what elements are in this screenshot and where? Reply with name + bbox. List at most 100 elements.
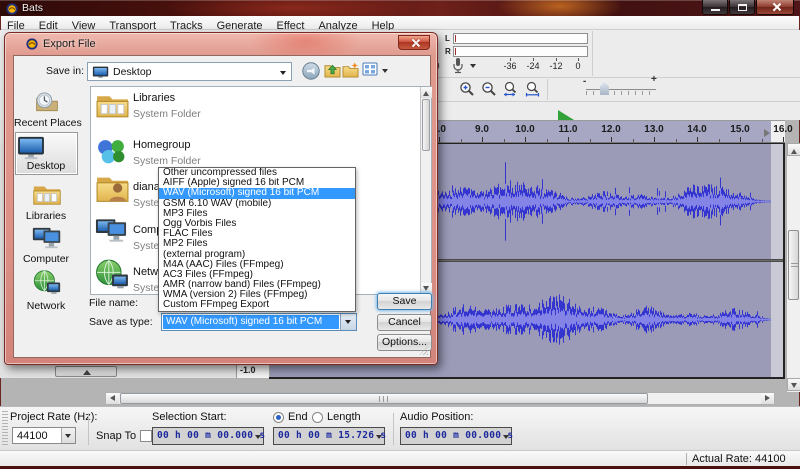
file-list-scrollbar[interactable]: [420, 87, 431, 294]
snap-to-label: Snap To: [96, 430, 136, 442]
status-bar: Actual Rate: 44100: [0, 450, 800, 466]
sidebar-label-libraries: Libraries: [14, 210, 78, 222]
meter-right-label: R: [445, 47, 451, 56]
input-meter-dropdown[interactable]: [470, 64, 476, 71]
end-radio[interactable]: [273, 412, 284, 423]
track-collapse-button[interactable]: [55, 366, 117, 377]
sidebar-item-libraries[interactable]: [15, 182, 79, 212]
chevron-down-icon: [345, 320, 351, 327]
ruler-label: 13.0: [641, 124, 667, 135]
scroll-up-button[interactable]: [787, 143, 800, 156]
scroll-right-button[interactable]: [761, 393, 774, 404]
dialog-close-button[interactable]: [398, 35, 430, 50]
ruler-label: 15.0: [727, 124, 753, 135]
toolbar-grip[interactable]: [2, 411, 8, 447]
vertical-scale-label: -1.0: [240, 365, 256, 375]
back-icon: [302, 62, 320, 80]
length-radio[interactable]: [312, 412, 323, 423]
zoom-selection-button[interactable]: [500, 78, 521, 99]
format-option[interactable]: Ogg Vorbis Files: [159, 219, 355, 229]
snap-to-checkbox[interactable]: [140, 430, 152, 442]
save-in-select[interactable]: Desktop: [87, 62, 292, 81]
network-icon: [33, 269, 61, 296]
end-radio-label: End: [288, 411, 308, 423]
audio-position-label: Audio Position:: [400, 411, 473, 423]
format-dropdown-list: Other uncompressed filesAIFF (Apple) sig…: [158, 167, 356, 312]
project-rate-select[interactable]: 44100: [12, 427, 76, 444]
resize-grip[interactable]: [419, 346, 428, 355]
format-option[interactable]: WMA (version 2) Files (FFmpeg): [159, 290, 355, 300]
cancel-button[interactable]: Cancel: [377, 314, 432, 331]
audio-position-field[interactable]: 00 h 00 m 00.000 s: [400, 427, 512, 445]
playback-speed-slider[interactable]: [586, 82, 656, 96]
format-option[interactable]: AIFF (Apple) signed 16 bit PCM: [159, 178, 355, 188]
desktop-icon: [16, 136, 46, 160]
title-bar: Bats: [0, 0, 800, 16]
sidebar-item-computer[interactable]: [15, 226, 79, 256]
file-item[interactable]: Libraries: [133, 92, 175, 104]
window-title: Bats: [22, 2, 43, 14]
window-controls: [701, 0, 794, 15]
file-item[interactable]: Homegroup: [133, 139, 190, 151]
file-list-scrollbar-thumb[interactable]: [422, 99, 430, 151]
audacity-window: Bats FileEditViewTransportTracksGenerate…: [0, 0, 800, 469]
slider-thumb[interactable]: [600, 82, 609, 95]
format-option[interactable]: Other uncompressed files: [159, 168, 355, 178]
format-option[interactable]: AMR (narrow band) Files (FFmpeg): [159, 280, 355, 290]
format-option[interactable]: MP3 Files: [159, 209, 355, 219]
chevron-down-icon: [280, 71, 286, 78]
format-option[interactable]: WAV (Microsoft) signed 16 bit PCM: [159, 188, 355, 198]
format-option[interactable]: FLAC Files: [159, 229, 355, 239]
meter-scale-24: -24: [521, 61, 545, 71]
libraries-folder-icon: [95, 89, 130, 127]
maximize-button[interactable]: [729, 0, 755, 15]
chevron-down-icon: [255, 435, 261, 442]
selection-end-field[interactable]: 00 h 00 m 15.726 s: [273, 427, 385, 445]
minimize-icon: [711, 9, 720, 11]
scroll-down-button[interactable]: [787, 378, 800, 391]
minimize-button[interactable]: [702, 0, 728, 15]
back-button[interactable]: [302, 62, 321, 81]
close-icon: [772, 3, 780, 11]
format-option[interactable]: MP2 Files: [159, 239, 355, 249]
close-icon: [411, 39, 419, 47]
up-one-level-button[interactable]: [324, 62, 343, 81]
vertical-scrollbar-thumb[interactable]: [788, 230, 799, 300]
horizontal-scrollbar-thumb[interactable]: [120, 393, 648, 404]
selection-start-field[interactable]: 00 h 00 m 00.000 s: [152, 427, 264, 445]
horizontal-scrollbar[interactable]: [105, 392, 775, 405]
zoom-out-icon: [481, 81, 497, 97]
new-folder-button[interactable]: [342, 62, 361, 81]
format-option[interactable]: M4A (AAC) Files (FFmpeg): [159, 260, 355, 270]
sidebar-item-network[interactable]: [15, 269, 79, 301]
sidebar-item-recent-places[interactable]: [15, 88, 79, 119]
recent-places-icon: [34, 90, 60, 114]
ruler-label: 11.0: [555, 124, 581, 135]
close-window-button[interactable]: [756, 0, 794, 15]
audacity-dialog-icon: [26, 37, 38, 49]
format-option[interactable]: (external program): [159, 250, 355, 260]
up-folder-icon: [324, 62, 341, 78]
chevron-down-icon: [65, 434, 71, 441]
computer-icon: [95, 216, 128, 251]
zoom-fit-button[interactable]: [522, 78, 543, 99]
format-option[interactable]: GSM 6.10 WAV (mobile): [159, 199, 355, 209]
selection-toolbar: Project Rate (Hz): 44100 Snap To Selecti…: [0, 406, 800, 450]
meter-scale-12: -12: [544, 61, 568, 71]
zoom-out-button[interactable]: [478, 78, 499, 99]
network-icon: [95, 258, 129, 296]
scroll-left-button[interactable]: [106, 393, 119, 404]
vertical-scrollbar[interactable]: [786, 143, 800, 392]
chevron-down-icon: [503, 435, 509, 442]
file-name-label: File name:: [89, 297, 138, 309]
save-as-type-select[interactable]: WAV (Microsoft) signed 16 bit PCM: [161, 313, 357, 331]
sidebar-label-computer: Computer: [14, 253, 78, 265]
save-button[interactable]: Save: [377, 293, 432, 310]
zoom-in-button[interactable]: [456, 78, 477, 99]
triangle-up-icon: [423, 88, 429, 96]
maximize-icon: [738, 4, 747, 11]
format-option[interactable]: Custom FFmpeg Export: [159, 300, 355, 310]
homegroup-icon: [95, 136, 128, 172]
zoom-selection-icon: [503, 81, 519, 97]
format-option[interactable]: AC3 Files (FFmpeg): [159, 270, 355, 280]
